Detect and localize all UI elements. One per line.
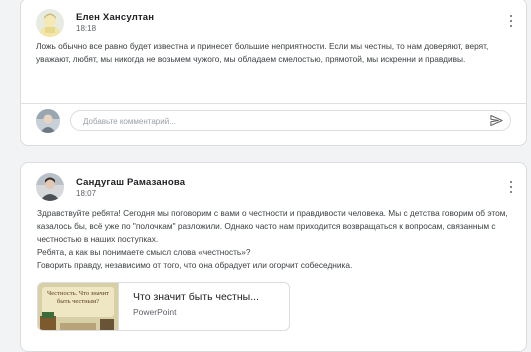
more-vert-icon[interactable]	[504, 180, 518, 194]
post-card: Елен Хансултан 18:18 Ложь обычно все рав…	[20, 0, 527, 146]
comment-input[interactable]	[71, 112, 451, 131]
post-paragraph: Ребята, а как вы понимаете смысл слова «…	[37, 247, 251, 257]
divider	[21, 103, 526, 104]
comment-field	[70, 110, 511, 131]
post-time: 18:18	[76, 24, 97, 33]
author-name[interactable]: Елен Хансултан	[76, 12, 154, 23]
attachment-type: PowerPoint	[133, 307, 177, 317]
send-icon[interactable]	[489, 113, 504, 128]
avatar[interactable]	[36, 173, 64, 201]
attachment-thumbnail: Честность. Что значит быть честным?	[38, 283, 119, 330]
avatar	[36, 109, 60, 133]
post-paragraph: Говорить правду, независимо от того, что…	[37, 260, 353, 270]
thumbnail-text: Честность. Что значит быть честным?	[47, 290, 109, 305]
avatar[interactable]	[36, 9, 64, 37]
more-vert-icon[interactable]	[504, 14, 518, 28]
author-name[interactable]: Сандугаш Рамазанова	[76, 177, 185, 188]
post-paragraph: Здравствуйте ребята! Сегодня мы поговори…	[37, 208, 508, 244]
post-time: 18:07	[76, 189, 97, 198]
post-text: Ложь обычно все равно будет известна и п…	[36, 41, 489, 64]
post-card: Сандугаш Рамазанова 18:07 Здравствуйте р…	[20, 162, 527, 352]
attachment-card[interactable]: Честность. Что значит быть честным? Что …	[37, 282, 290, 331]
attachment-title: Что значит быть честны...	[133, 291, 259, 303]
post-text: Здравствуйте ребята! Сегодня мы поговори…	[37, 207, 512, 272]
